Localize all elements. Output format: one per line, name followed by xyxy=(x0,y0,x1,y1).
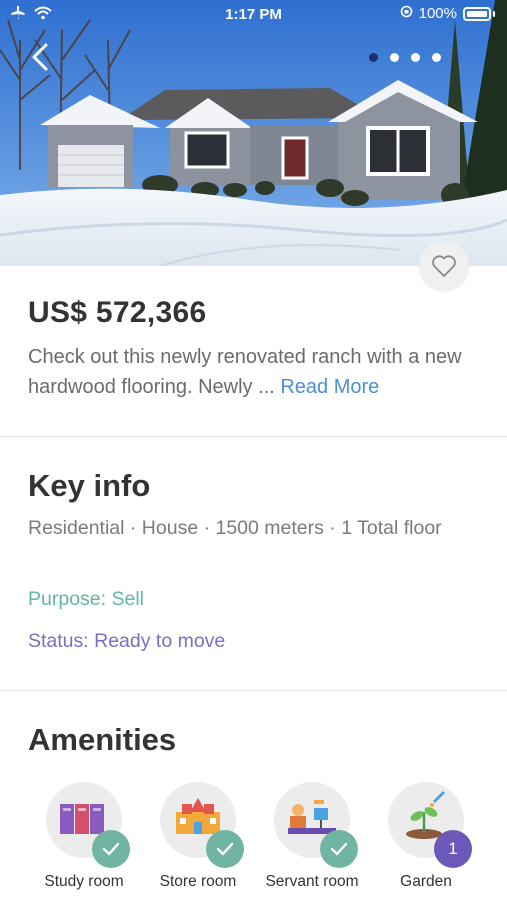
property-photo[interactable] xyxy=(0,0,507,266)
amenities-title: Amenities xyxy=(28,722,177,757)
quantity-badge: 1 xyxy=(434,830,472,868)
heart-icon xyxy=(432,255,456,277)
checkmark-icon xyxy=(102,842,120,856)
selected-badge xyxy=(92,830,130,868)
pagination-dot[interactable] xyxy=(390,53,399,62)
checkmark-icon xyxy=(330,842,348,856)
amenity-garden[interactable]: 1 Garden xyxy=(370,782,482,891)
house-photo xyxy=(0,0,507,266)
pagination-dot[interactable] xyxy=(432,53,441,62)
amenity-icon-circle xyxy=(160,782,244,868)
listing-description: Check out this newly renovated ranch wit… xyxy=(28,342,483,402)
key-info-details: Residential · House · 1500 meters · 1 To… xyxy=(28,517,442,539)
amenity-icon-circle: 1 xyxy=(388,782,472,868)
divider xyxy=(0,690,507,691)
chevron-left-icon xyxy=(32,43,48,71)
pagination-dot[interactable] xyxy=(411,53,420,62)
selected-badge xyxy=(320,830,358,868)
amenity-servant-room[interactable]: Servant room xyxy=(256,782,368,891)
amenity-label: Garden xyxy=(400,873,452,890)
listing-price: US$ 572,366 xyxy=(28,296,207,329)
pagination-dot[interactable] xyxy=(369,53,378,62)
divider xyxy=(0,436,507,437)
battery-tip xyxy=(493,10,495,17)
key-info-title: Key info xyxy=(28,468,151,503)
amenity-study-room[interactable]: Study room xyxy=(28,782,140,891)
amenity-icon-circle xyxy=(46,782,130,868)
back-button[interactable] xyxy=(26,42,54,72)
description-text: Check out this newly renovated ranch wit… xyxy=(28,346,462,398)
orientation-lock-icon xyxy=(400,5,413,22)
amenity-label: Study room xyxy=(44,873,124,890)
battery-icon xyxy=(463,6,491,21)
status-label: Status: Ready to move xyxy=(28,630,226,652)
status-bar: 1:17 PM 100% xyxy=(0,0,507,30)
amenity-icon-circle xyxy=(274,782,358,868)
amenity-label: Servant room xyxy=(265,873,359,890)
favorite-button[interactable] xyxy=(419,241,469,291)
selected-badge xyxy=(206,830,244,868)
amenities-list: Study room Store room Servant room 1 Gar… xyxy=(0,782,507,900)
battery-percent: 100% xyxy=(418,5,457,22)
checkmark-icon xyxy=(216,842,234,856)
purpose-label: Purpose: Sell xyxy=(28,588,144,610)
gallery-pagination[interactable] xyxy=(369,53,441,62)
amenity-store-room[interactable]: Store room xyxy=(142,782,254,891)
amenity-label: Store room xyxy=(159,873,237,890)
read-more-link[interactable]: Read More xyxy=(280,376,379,398)
